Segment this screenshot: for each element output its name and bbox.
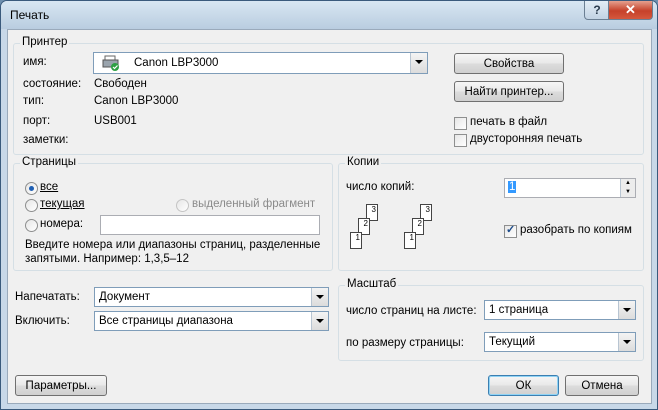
pages-current-label[interactable]: текущая (40, 198, 85, 210)
scale-value: Текущий (489, 336, 535, 348)
printer-status-value: Свободен (94, 78, 147, 90)
print-what-label: Напечатать: (15, 291, 80, 303)
dialog-client-area: Принтер имя: Canon LBP3000 состояние: Св… (7, 29, 652, 404)
print-to-file-checkbox[interactable] (454, 117, 467, 130)
page-numbers-input[interactable] (100, 215, 320, 235)
pages-per-sheet-label: число страниц на листе: (346, 305, 477, 317)
printer-status-label: состояние: (23, 78, 82, 90)
duplex-label[interactable]: двусторонняя печать (470, 133, 582, 145)
spinner-down-icon[interactable]: ▼ (620, 188, 635, 197)
collate-preview-icon: 3 2 1 (400, 202, 448, 258)
title-bar: Печать ? ✕ (1, 1, 657, 29)
pages-selection-label[interactable]: выделенный фрагмент (192, 198, 315, 210)
chevron-down-icon[interactable] (618, 301, 635, 319)
chevron-down-icon[interactable] (618, 333, 635, 351)
chevron-down-icon[interactable] (311, 312, 328, 330)
properties-button[interactable]: Свойства (454, 53, 564, 74)
printer-port-value: USB001 (94, 115, 137, 127)
include-label: Включить: (15, 315, 70, 327)
print-what-select[interactable]: Документ (94, 287, 329, 307)
close-button[interactable]: ✕ (608, 1, 653, 20)
copies-group-label: Копии (345, 156, 382, 168)
pages-hint-line1: Введите номера или диапазоны страниц, ра… (25, 239, 321, 251)
cancel-button[interactable]: Отмена (565, 375, 639, 396)
printer-type-label: тип: (23, 95, 45, 107)
duplex-checkbox[interactable] (454, 134, 467, 147)
chevron-down-icon[interactable] (311, 288, 328, 306)
copies-count-label: число копий: (346, 181, 415, 193)
print-to-file-label[interactable]: печать в файл (470, 116, 547, 128)
collate-checkbox[interactable] (504, 223, 517, 238)
pages-per-sheet-value: 1 страница (489, 304, 549, 316)
help-button[interactable]: ? (584, 1, 610, 20)
ok-button[interactable]: ОК (488, 375, 559, 396)
collate-label[interactable]: разобрать по копиям (520, 224, 632, 236)
pages-group-label: Страницы (20, 156, 78, 168)
pages-all-radio[interactable] (25, 182, 38, 195)
scale-select[interactable]: Текущий (484, 332, 636, 352)
pages-selection-radio[interactable] (176, 199, 189, 212)
printer-name-value: Canon LBP3000 (134, 57, 219, 69)
include-select[interactable]: Все страницы диапазона (94, 311, 329, 331)
scale-label: по размеру страницы: (346, 337, 464, 349)
include-value: Все страницы диапазона (99, 315, 233, 327)
copies-count-value: 1 (508, 181, 517, 193)
printer-name-select[interactable]: Canon LBP3000 (93, 52, 428, 74)
find-printer-button[interactable]: Найти принтер... (454, 81, 564, 102)
close-icon: ✕ (625, 2, 636, 17)
printer-name-label: имя: (23, 56, 47, 68)
pages-per-sheet-select[interactable]: 1 страница (484, 300, 636, 320)
printer-type-value: Canon LBP3000 (94, 95, 179, 107)
collate-preview-icon: 3 2 1 (346, 202, 394, 258)
printer-icon (102, 55, 119, 71)
print-what-value: Документ (99, 291, 151, 303)
chevron-down-icon[interactable] (410, 53, 427, 73)
window-title: Печать (10, 8, 50, 22)
printer-notes-label: заметки: (23, 134, 69, 146)
pages-numbers-label[interactable]: номера: (40, 218, 83, 230)
print-dialog-window: Печать ? ✕ Принтер имя: Canon LBP3000 со… (0, 0, 658, 410)
pages-numbers-radio[interactable] (25, 219, 38, 232)
printer-port-label: порт: (23, 115, 51, 127)
copies-count-spinner[interactable]: 1 ▲ ▼ (504, 178, 636, 198)
pages-hint-line2: запятыми. Например: 1,3,5–12 (25, 253, 189, 265)
zoom-group-label: Масштаб (345, 278, 399, 290)
options-button[interactable]: Параметры... (15, 375, 107, 396)
printer-group-label: Принтер (20, 36, 70, 48)
pages-current-radio[interactable] (25, 199, 38, 212)
pages-all-label[interactable]: все (40, 181, 58, 193)
